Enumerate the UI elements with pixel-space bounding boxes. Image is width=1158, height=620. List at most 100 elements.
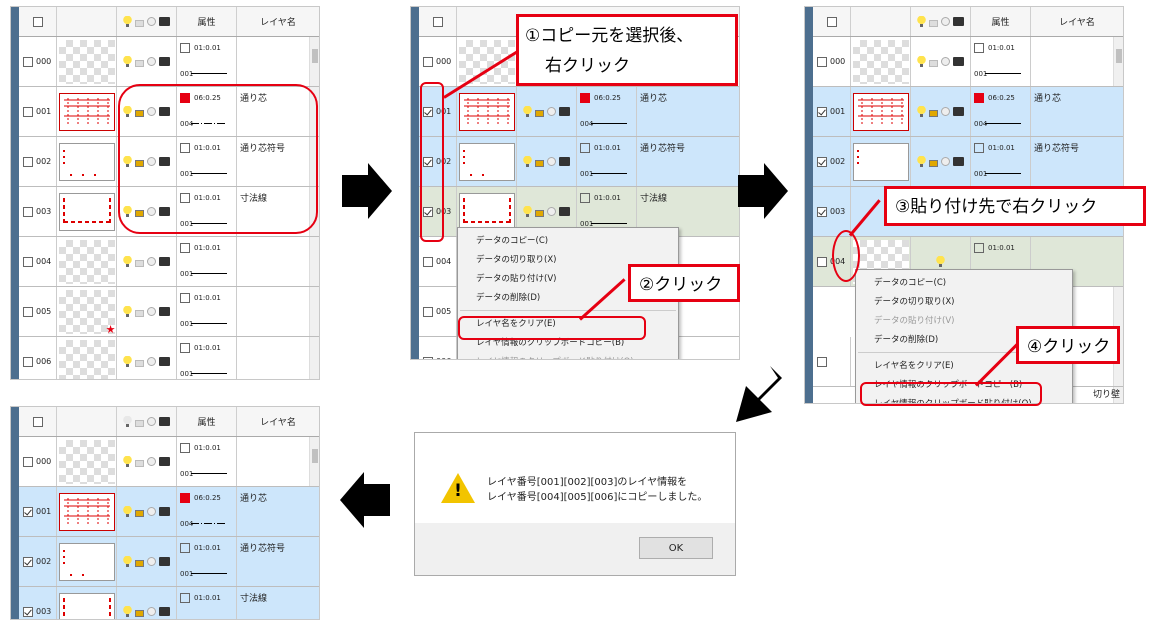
layer-name-column-header[interactable]: レイヤ名	[1031, 7, 1123, 36]
row-checkbox[interactable]	[817, 206, 827, 217]
row-checkbox[interactable]	[423, 356, 433, 359]
attr-column-header[interactable]: 属性	[971, 7, 1031, 36]
print-icon[interactable]	[159, 357, 170, 366]
visibility-icon[interactable]	[523, 156, 532, 167]
lock-icon[interactable]	[135, 610, 144, 617]
print-icon[interactable]	[559, 107, 570, 116]
print-icon[interactable]	[159, 257, 170, 266]
layer-row-004[interactable]: 004 01:0.01 001	[19, 237, 319, 287]
row-checkbox[interactable]	[23, 256, 33, 267]
layer-name-cell[interactable]: 通り芯	[637, 87, 739, 136]
layer-name-cell[interactable]	[237, 37, 319, 86]
globe-icon[interactable]	[147, 307, 156, 316]
row-checkbox[interactable]	[23, 606, 33, 617]
row-checkbox[interactable]	[423, 306, 433, 317]
print-icon[interactable]	[159, 557, 170, 566]
globe-icon[interactable]	[547, 207, 556, 216]
layer-row-000[interactable]: 000 01:0.01 001	[19, 37, 319, 87]
visibility-icon[interactable]	[917, 56, 926, 67]
row-checkbox[interactable]	[817, 156, 827, 167]
row-checkbox[interactable]	[817, 56, 827, 67]
layer-name-cell[interactable]	[1031, 37, 1123, 86]
globe-icon[interactable]	[941, 157, 950, 166]
layer-name-cell[interactable]	[237, 337, 319, 379]
menu-item-copy[interactable]: データのコピー(C)	[856, 273, 1072, 292]
attr-column-header[interactable]: 属性	[177, 407, 237, 436]
lock-icon[interactable]	[135, 460, 144, 467]
globe-icon[interactable]	[147, 507, 156, 516]
layer-row-000[interactable]: 000 01:0.01 001	[813, 37, 1123, 87]
layer-name-column-header[interactable]: レイヤ名	[237, 407, 319, 436]
print-icon[interactable]	[159, 57, 170, 66]
globe-icon[interactable]	[147, 257, 156, 266]
layer-row-000[interactable]: 000 01:0.01 001	[19, 437, 319, 487]
globe-icon[interactable]	[147, 357, 156, 366]
layer-name-cell[interactable]: 通り芯符号	[1031, 137, 1123, 186]
print-icon[interactable]	[953, 157, 964, 166]
layer-name-cell[interactable]: 通り芯符号	[637, 137, 739, 186]
layer-name-cell[interactable]: 寸法線	[237, 587, 319, 619]
layer-name-cell[interactable]	[237, 237, 319, 286]
row-checkbox[interactable]	[423, 256, 433, 267]
layer-row-005[interactable]: 005 ★ 01:0.01 001	[19, 287, 319, 337]
layer-row-003[interactable]: 003 01:0.01001 寸法線	[19, 587, 319, 619]
lock-icon[interactable]	[135, 560, 144, 567]
row-checkbox[interactable]	[23, 56, 33, 67]
layer-name-cell[interactable]: 通り芯	[237, 487, 319, 536]
visibility-icon[interactable]	[917, 156, 926, 167]
row-checkbox[interactable]	[23, 506, 33, 517]
lock-icon[interactable]	[135, 60, 144, 67]
visibility-icon[interactable]	[123, 56, 132, 67]
print-icon[interactable]	[159, 307, 170, 316]
layer-row-001[interactable]: 001 06:0.25 004 通り芯	[419, 87, 739, 137]
globe-icon[interactable]	[147, 557, 156, 566]
visibility-icon[interactable]	[123, 556, 132, 567]
globe-icon[interactable]	[547, 107, 556, 116]
print-icon[interactable]	[159, 457, 170, 466]
row-checkbox[interactable]	[817, 106, 827, 117]
layer-row-001[interactable]: 001 06:0.25 004 通り芯	[813, 87, 1123, 137]
row-checkbox[interactable]	[817, 256, 827, 267]
layer-name-cell[interactable]	[237, 287, 319, 336]
select-all-checkbox[interactable]	[826, 16, 837, 27]
layer-name-cell[interactable]: 通り芯符号	[237, 537, 319, 586]
layer-row-002[interactable]: 002 01:0.01 001 通り芯符号	[419, 137, 739, 187]
visibility-icon[interactable]	[936, 256, 945, 267]
globe-icon[interactable]	[147, 57, 156, 66]
attr-column-header[interactable]: 属性	[177, 7, 237, 36]
ok-button[interactable]: OK	[639, 537, 713, 559]
layer-name-cell[interactable]: 通り芯	[1031, 87, 1123, 136]
row-checkbox[interactable]	[23, 456, 33, 467]
globe-icon[interactable]	[147, 457, 156, 466]
lock-icon[interactable]	[535, 110, 544, 117]
menu-item-cut[interactable]: データの切り取り(X)	[856, 292, 1072, 311]
row-checkbox[interactable]	[423, 56, 433, 67]
layer-row-002[interactable]: 002 01:0.01 001 通り芯符号	[813, 137, 1123, 187]
print-icon[interactable]	[953, 57, 964, 66]
visibility-icon[interactable]	[123, 506, 132, 517]
print-icon[interactable]	[559, 157, 570, 166]
globe-icon[interactable]	[547, 157, 556, 166]
lock-icon[interactable]	[535, 160, 544, 167]
row-checkbox[interactable]	[23, 306, 33, 317]
layer-name-cell[interactable]	[237, 437, 319, 486]
lock-icon[interactable]	[135, 360, 144, 367]
lock-icon[interactable]	[929, 160, 938, 167]
row-checkbox[interactable]	[23, 356, 33, 367]
globe-icon[interactable]	[941, 57, 950, 66]
print-icon[interactable]	[159, 607, 170, 616]
row-checkbox[interactable]	[23, 156, 33, 167]
lock-icon[interactable]	[535, 210, 544, 217]
row-checkbox[interactable]	[817, 356, 827, 367]
lock-icon[interactable]	[135, 260, 144, 267]
visibility-icon[interactable]	[523, 206, 532, 217]
print-icon[interactable]	[159, 507, 170, 516]
layer-row-006[interactable]: 006 01:0.01 001	[19, 337, 319, 379]
visibility-icon[interactable]	[523, 106, 532, 117]
print-icon[interactable]	[953, 107, 964, 116]
layer-row-002[interactable]: 002 01:0.01 001 通り芯符号	[19, 537, 319, 587]
visibility-icon[interactable]	[123, 456, 132, 467]
visibility-icon[interactable]	[123, 256, 132, 267]
layer-row-001[interactable]: 001 06:0.25 004 通り芯	[19, 487, 319, 537]
select-all-checkbox[interactable]	[32, 416, 43, 427]
